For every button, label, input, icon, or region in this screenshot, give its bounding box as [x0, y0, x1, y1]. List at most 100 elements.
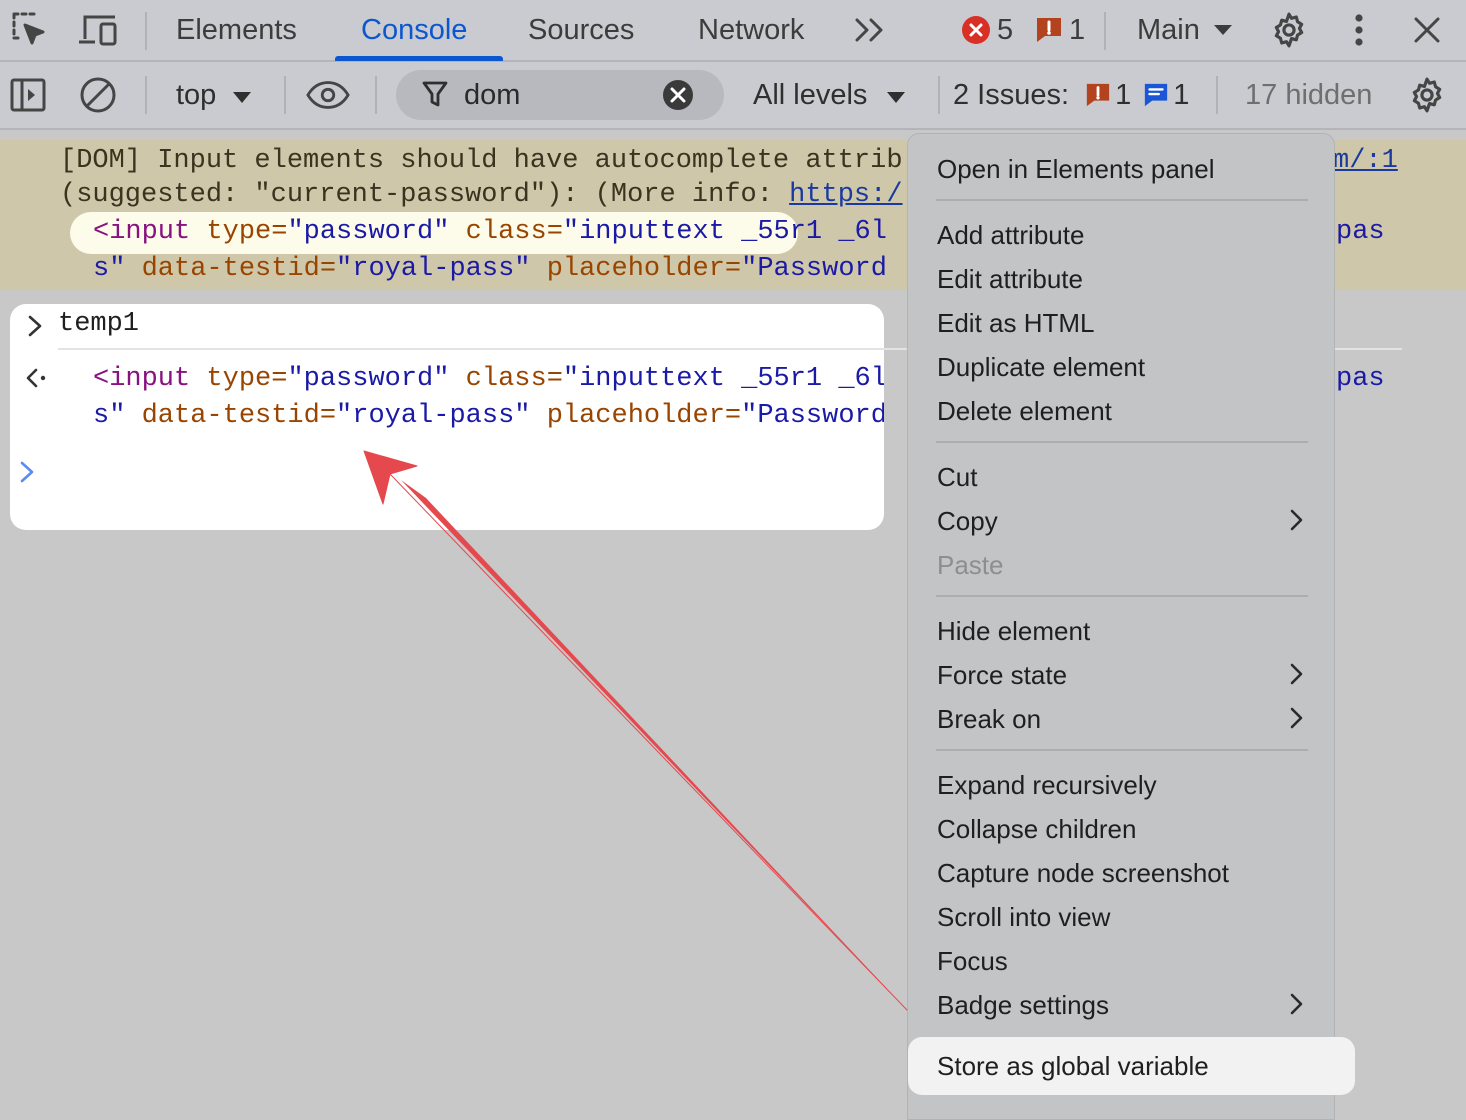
menu-copy[interactable]: Copy	[937, 506, 998, 537]
menu-add-attribute[interactable]: Add attribute	[937, 220, 1084, 251]
context-selector[interactable]: Main	[1137, 0, 1234, 60]
divider	[938, 76, 940, 114]
context-label: Main	[1137, 13, 1200, 46]
code-value: "Password	[741, 401, 884, 431]
more-options-icon[interactable]	[1337, 8, 1381, 52]
context-dropdown[interactable]: top	[176, 62, 252, 128]
submenu-chevron-right-icon	[1290, 993, 1303, 1015]
console-settings-gear-icon[interactable]	[1405, 73, 1449, 117]
warning-text-line2-prefix: (suggested: "current-password"): (More i…	[60, 180, 790, 210]
code-attr: placeholder	[546, 254, 725, 284]
menu-badge-settings[interactable]: Badge settings	[937, 990, 1109, 1021]
menu-capture-node-screenshot[interactable]: Capture node screenshot	[937, 858, 1229, 889]
issues-button[interactable]: 2 Issues: 1 1	[953, 62, 1189, 128]
console-prompt-icon[interactable]	[18, 460, 38, 484]
menu-edit-as-html[interactable]: Edit as HTML	[937, 308, 1095, 339]
log-levels-label: All levels	[753, 79, 868, 111]
gear-icon[interactable]	[1267, 8, 1311, 52]
more-tabs-icon[interactable]	[848, 8, 892, 52]
divider	[1216, 76, 1218, 114]
menu-hide-element[interactable]: Hide element	[937, 616, 1090, 647]
chevron-down-icon	[233, 92, 252, 103]
device-toolbar-icon[interactable]	[76, 8, 120, 52]
code-value: "password"	[287, 364, 450, 394]
tab-network[interactable]: Network	[698, 0, 804, 60]
code-tag: <input	[93, 217, 191, 247]
code-attr: data-testid	[141, 254, 320, 284]
result-node-line1[interactable]: <input type="password" class="inputtext …	[93, 364, 884, 394]
console-output-spotlight: temp1 <input type="password" class="inpu…	[10, 304, 884, 530]
warning-icon	[1086, 83, 1110, 107]
code-value-tail: pas	[1336, 364, 1385, 394]
warning-node-line2[interactable]: s" data-testid="royal-pass" placeholder=…	[93, 254, 887, 284]
menu-separator	[936, 749, 1308, 751]
warning-count: 1	[1069, 13, 1086, 46]
menu-focus[interactable]: Focus	[937, 946, 1008, 977]
context-menu: Open in Elements panel Add attribute Edi…	[907, 133, 1335, 1120]
menu-cut[interactable]: Cut	[937, 462, 977, 493]
menu-scroll-into-view[interactable]: Scroll into view	[937, 902, 1110, 933]
error-count: 5	[997, 13, 1014, 46]
menu-store-as-global-variable-label: Store as global variable	[937, 1051, 1209, 1081]
code-attr: placeholder	[546, 401, 725, 431]
code-value: s"	[93, 401, 126, 431]
chevron-down-icon	[1213, 25, 1232, 35]
menu-edit-attribute[interactable]: Edit attribute	[937, 264, 1083, 295]
console-toolbar: top dom All levels 2 Issues: 1 1 17 hidd…	[0, 62, 1466, 130]
log-levels-dropdown[interactable]: All levels	[753, 62, 906, 128]
issues-info-count: 1	[1173, 79, 1190, 111]
result-arrow-icon	[26, 368, 46, 388]
menu-break-on[interactable]: Break on	[937, 704, 1041, 735]
menu-open-in-elements[interactable]: Open in Elements panel	[937, 154, 1215, 185]
chevron-down-icon	[886, 92, 905, 103]
warning-counter[interactable]: 1	[1035, 0, 1085, 60]
menu-collapse-children[interactable]: Collapse children	[937, 814, 1136, 845]
menu-separator	[936, 199, 1308, 201]
code-value: "royal-pass"	[336, 401, 531, 431]
result-node-line2[interactable]: s" data-testid="royal-pass" placeholder=…	[93, 401, 884, 431]
warning-text-line2: (suggested: "current-password"): (More i…	[60, 180, 903, 210]
close-icon[interactable]	[1405, 8, 1449, 52]
filter-value: dom	[464, 79, 521, 111]
code-attr: data-testid	[141, 401, 320, 431]
code-attr: type	[206, 364, 272, 394]
clear-filter-icon[interactable]	[662, 79, 694, 111]
code-tag: <input	[93, 364, 191, 394]
tab-sources[interactable]: Sources	[528, 0, 634, 60]
submenu-chevron-right-icon	[1290, 509, 1303, 531]
clear-console-icon[interactable]	[76, 73, 120, 117]
menu-separator	[936, 595, 1308, 597]
more-info-link[interactable]: https:/	[789, 180, 902, 210]
divider	[145, 76, 147, 114]
warning-text-line1: [DOM] Input elements should have autocom…	[60, 146, 903, 176]
menu-paste: Paste	[937, 550, 1004, 580]
menu-force-state[interactable]: Force state	[937, 660, 1067, 691]
tab-elements[interactable]: Elements	[176, 0, 297, 60]
code-value: "password"	[287, 217, 450, 247]
info-message-icon	[1145, 83, 1168, 107]
divider	[284, 76, 286, 114]
code-value: "Password	[741, 254, 887, 284]
filter-input[interactable]: dom	[396, 70, 724, 120]
issues-warning-count: 1	[1115, 79, 1132, 111]
code-attr: class	[465, 364, 547, 394]
submenu-chevron-right-icon	[1290, 663, 1303, 685]
warning-node-line1[interactable]: <input type="password" class="inputtext …	[93, 217, 887, 247]
menu-duplicate-element[interactable]: Duplicate element	[937, 352, 1145, 383]
error-counter[interactable]: 5	[961, 0, 1013, 60]
code-attr: type	[206, 217, 272, 247]
menu-expand-recursively[interactable]: Expand recursively	[937, 770, 1157, 801]
inspect-element-icon[interactable]	[8, 8, 52, 52]
sidebar-toggle-icon[interactable]	[6, 73, 50, 117]
code-value: s"	[93, 254, 126, 284]
hidden-messages-count: 17 hidden	[1245, 79, 1373, 111]
live-expression-eye-icon[interactable]	[306, 73, 350, 117]
divider	[145, 12, 147, 50]
warning-source-link[interactable]: m/:1	[1333, 146, 1398, 176]
console-divider	[58, 348, 884, 350]
menu-delete-element[interactable]: Delete element	[937, 396, 1112, 427]
active-tab-indicator	[335, 56, 503, 61]
tab-console[interactable]: Console	[361, 0, 467, 60]
divider	[375, 76, 377, 114]
context-dropdown-label: top	[176, 79, 217, 111]
